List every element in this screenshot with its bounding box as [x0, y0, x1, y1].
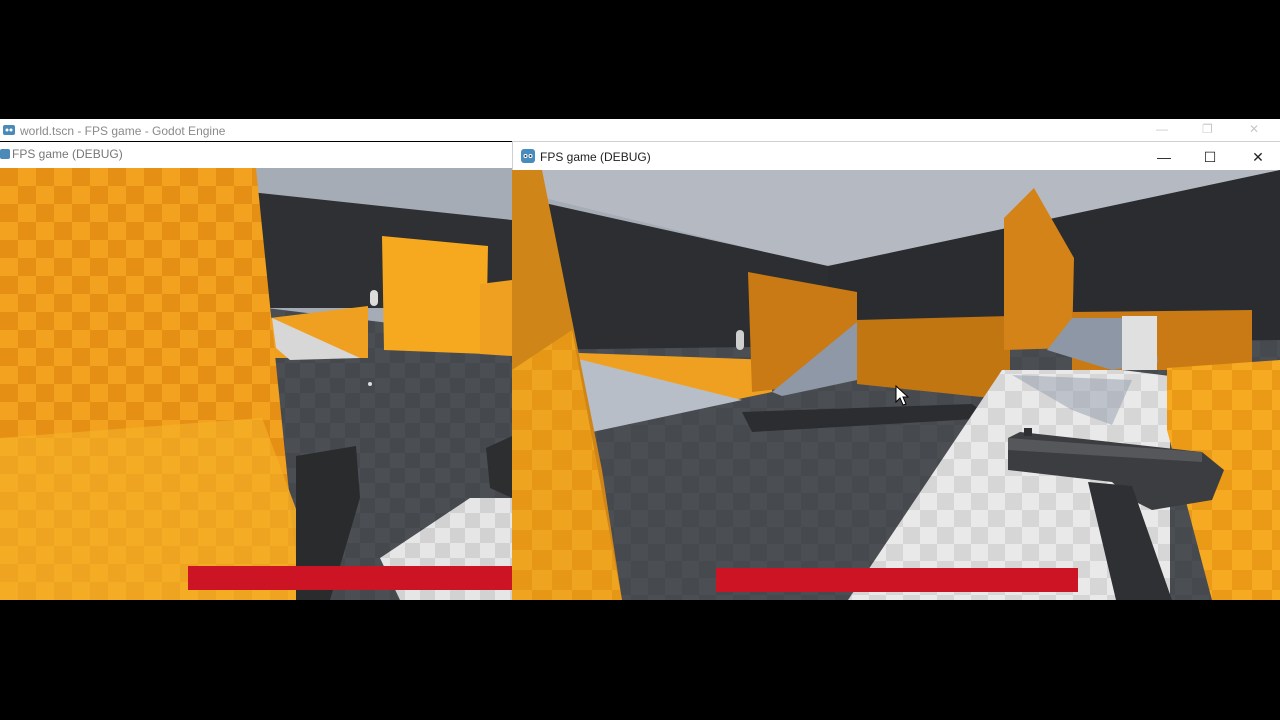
editor-title: world.tscn - FPS game - Godot Engine: [20, 124, 226, 138]
minimize-icon[interactable]: —: [1146, 146, 1182, 168]
left-game-window[interactable]: FPS game (DEBUG): [0, 142, 512, 600]
crosshair-icon: [368, 382, 372, 386]
maximize-icon[interactable]: ☐: [1192, 146, 1228, 168]
left-titlebar[interactable]: FPS game (DEBUG): [0, 142, 512, 168]
editor-close-icon[interactable]: ✕: [1249, 122, 1259, 136]
right-game-window[interactable]: FPS game (DEBUG) — ☐ ✕: [512, 141, 1280, 600]
godot-icon: [3, 125, 15, 135]
right-window-title: FPS game (DEBUG): [540, 150, 651, 164]
close-icon[interactable]: ✕: [1240, 146, 1276, 168]
left-health-bar: [188, 566, 512, 590]
left-window-title: FPS game (DEBUG): [12, 147, 123, 161]
right-titlebar[interactable]: FPS game (DEBUG) — ☐ ✕: [512, 141, 1280, 170]
godot-icon: [0, 149, 10, 159]
godot-icon: [521, 149, 535, 163]
editor-minimize-icon[interactable]: —: [1156, 122, 1168, 136]
right-health-bar: [716, 568, 1078, 592]
right-game-viewport[interactable]: [512, 170, 1280, 600]
left-game-viewport[interactable]: [0, 168, 512, 600]
editor-restore-icon[interactable]: ❐: [1202, 122, 1213, 136]
